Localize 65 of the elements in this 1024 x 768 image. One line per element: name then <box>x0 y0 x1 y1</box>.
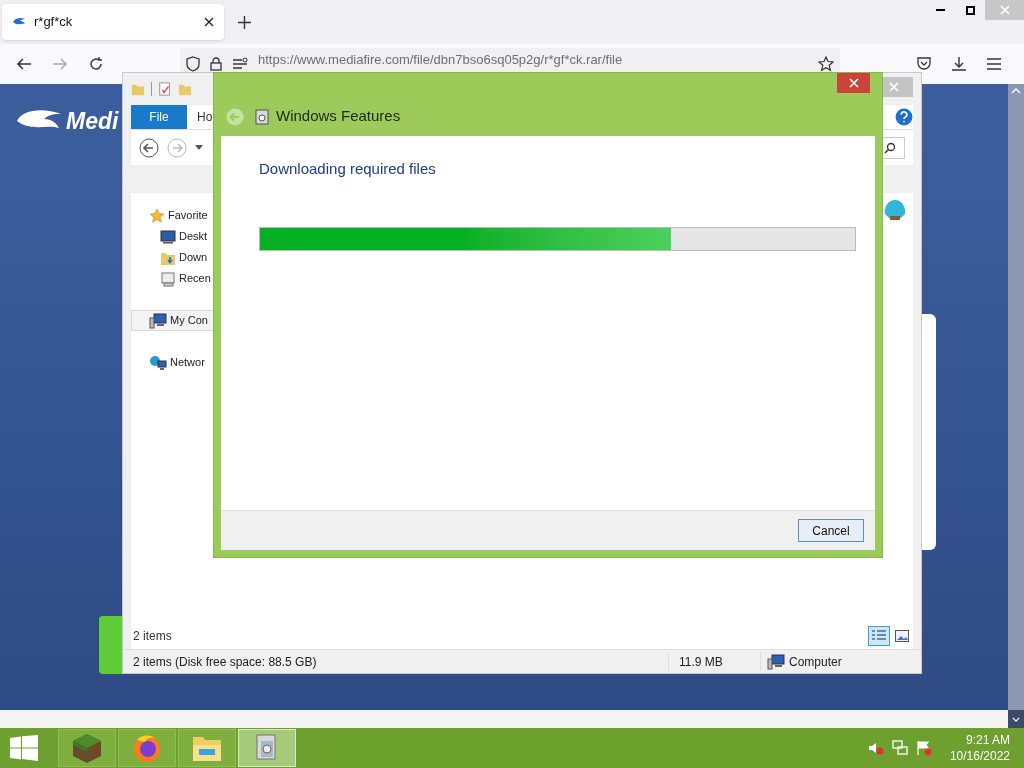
recent-places-icon <box>160 270 176 287</box>
shell-icon <box>883 199 907 221</box>
muted-speaker-icon[interactable] <box>867 740 884 756</box>
properties-icon <box>158 82 172 96</box>
nav-label: Networ <box>170 355 205 371</box>
flag-icon[interactable] <box>915 740 932 756</box>
permissions-icon <box>232 57 248 71</box>
installer-icon <box>254 108 270 125</box>
close-button[interactable] <box>837 73 870 93</box>
close-icon <box>889 82 899 92</box>
grass-block-icon <box>71 732 103 764</box>
flame-logo-icon <box>12 17 26 27</box>
nav-label: Deskt <box>179 229 208 245</box>
nav-label: Down <box>179 250 208 266</box>
computer-icon <box>767 653 785 670</box>
reload-icon[interactable] <box>88 56 104 72</box>
star-icon <box>149 207 165 224</box>
dropdown-caret-icon[interactable] <box>195 145 203 150</box>
folder-icon <box>131 82 145 96</box>
tab-title: r*gf*ck <box>34 13 74 32</box>
taskbar-app-button[interactable] <box>118 729 176 767</box>
image-view-icon <box>895 630 909 642</box>
scroll-up-icon <box>1011 88 1021 94</box>
plus-icon[interactable] <box>238 15 251 29</box>
ribbon-tab[interactable]: File <box>131 105 187 129</box>
computer-icon <box>149 312 167 329</box>
browser-tab[interactable]: r*gf*ck <box>2 4 224 40</box>
dialog-heading: Downloading required files <box>259 159 437 179</box>
nav-label: Favorite <box>168 208 208 224</box>
status-summary: 2 items (Disk free space: 88.5 GB) <box>132 653 318 671</box>
clock-time[interactable]: 9:21 AM <box>965 732 1010 748</box>
back-arrow-icon[interactable] <box>16 56 32 72</box>
download-button-edge[interactable] <box>99 615 123 674</box>
star-icon[interactable] <box>818 56 834 72</box>
clock-date[interactable]: 10/16/2022 <box>949 748 1010 764</box>
details-view-icon <box>871 629 887 643</box>
search-icon <box>884 141 896 154</box>
windows-logo-icon[interactable] <box>10 735 38 761</box>
cancel-button[interactable]: Cancel <box>798 519 864 542</box>
monitor-icon <box>160 229 176 244</box>
close-icon <box>999 5 1010 15</box>
download-icon[interactable] <box>951 56 967 72</box>
logo-text: Medi <box>66 107 119 136</box>
dialog-title: Windows Features <box>276 106 401 127</box>
lock-icon <box>210 57 222 71</box>
scroll-down-button[interactable] <box>1008 710 1024 728</box>
new-folder-icon <box>178 82 192 96</box>
help-icon[interactable] <box>895 108 913 126</box>
menu-icon[interactable] <box>986 57 1002 71</box>
shield-icon <box>186 56 200 72</box>
network-icon <box>149 354 167 371</box>
status-size: 11.9 MB <box>668 652 760 671</box>
ribbon-tab[interactable]: Ho <box>197 105 213 129</box>
url-text: https://www.mediafire.com/file/dbn7bso6sq05p2g/r*gf*ck.rar/file <box>258 53 623 67</box>
nav-label: Recen <box>179 271 211 287</box>
pocket-icon[interactable] <box>916 56 932 72</box>
network-icon[interactable] <box>891 740 908 756</box>
close-icon[interactable] <box>204 17 214 27</box>
scrollbar[interactable] <box>1008 84 1024 710</box>
scroll-down-icon <box>1012 716 1020 722</box>
status-location: Computer <box>789 653 842 671</box>
close-icon <box>848 78 859 88</box>
nav-label: My Con <box>170 313 208 329</box>
taskbar-app-button[interactable] <box>58 729 116 767</box>
item-count: 2 items <box>133 628 172 645</box>
